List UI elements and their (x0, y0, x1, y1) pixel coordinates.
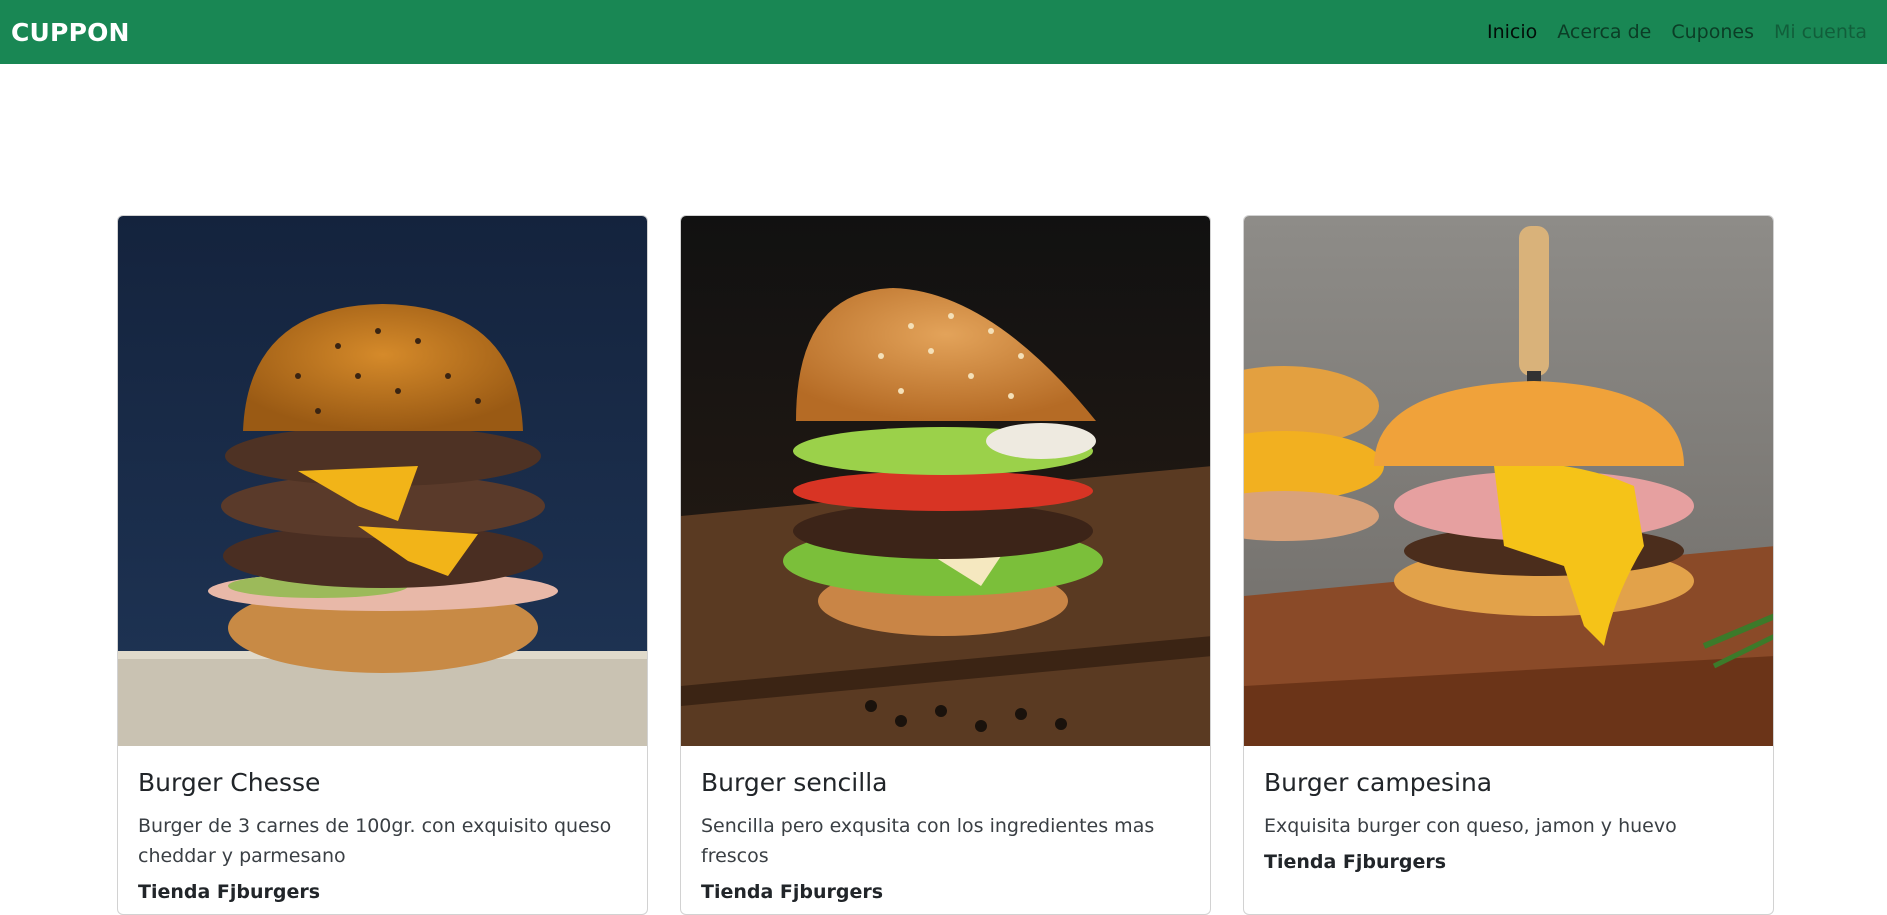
card-title: Burger sencilla (701, 768, 888, 797)
card-description: Burger de 3 carnes de 100gr. con exquisi… (138, 815, 612, 867)
card-body: Burger campesina Exquisita burger con qu… (1244, 746, 1773, 889)
card-title: Burger Chesse (138, 768, 321, 797)
card-body: Burger sencilla Sencilla pero exqusita c… (681, 746, 1210, 914)
coupon-card[interactable]: Burger sencilla Sencilla pero exqusita c… (680, 215, 1211, 915)
card-store: Tienda Fjburgers (701, 881, 884, 903)
burger-simple-photo (681, 216, 1210, 746)
card-description: Sencilla pero exqusita con los ingredien… (701, 815, 1155, 867)
nav-link-mi-cuenta: Mi cuenta (1773, 21, 1867, 43)
nav-links: Inicio Acerca de Cupones Mi cuenta (1477, 21, 1877, 43)
burger-campesina-photo (1244, 216, 1773, 746)
burger-cheese-photo (118, 216, 647, 746)
nav-link-acerca-de[interactable]: Acerca de (1547, 21, 1661, 43)
card-body: Burger Chesse Burger de 3 carnes de 100g… (118, 746, 647, 914)
card-description: Exquisita burger con queso, jamon y huev… (1264, 815, 1677, 837)
nav-link-inicio[interactable]: Inicio (1477, 21, 1547, 43)
brand-logo[interactable]: CUPPON (11, 18, 130, 47)
card-store: Tienda Fjburgers (1264, 851, 1447, 873)
card-title: Burger campesina (1264, 768, 1493, 797)
coupon-cards: Burger Chesse Burger de 3 carnes de 100g… (117, 215, 1774, 915)
coupon-card[interactable]: Burger campesina Exquisita burger con qu… (1243, 215, 1774, 915)
card-store: Tienda Fjburgers (138, 881, 321, 903)
nav-link-cupones[interactable]: Cupones (1661, 21, 1764, 43)
coupon-card[interactable]: Burger Chesse Burger de 3 carnes de 100g… (117, 215, 648, 915)
top-navbar: CUPPON Inicio Acerca de Cupones Mi cuent… (0, 0, 1887, 64)
